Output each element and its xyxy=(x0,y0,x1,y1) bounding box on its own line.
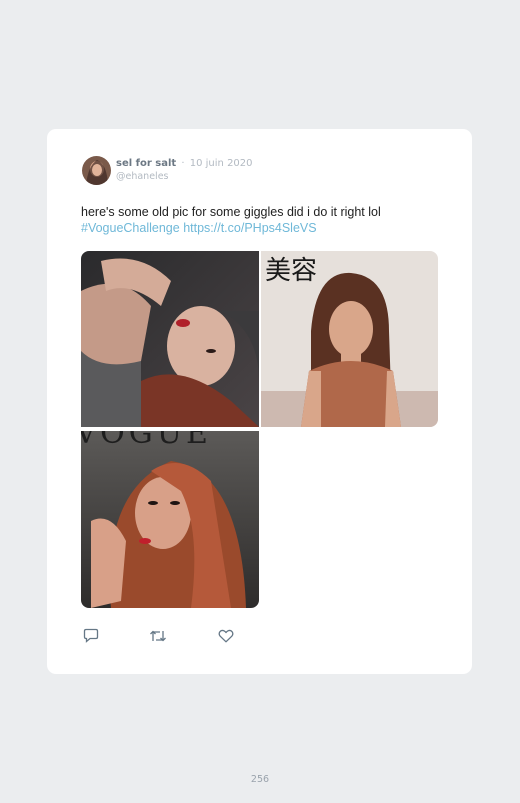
reply-icon xyxy=(83,628,99,647)
tweet-date[interactable]: 10 juin 2020 xyxy=(190,158,253,169)
like-button[interactable] xyxy=(216,627,236,647)
avatar[interactable] xyxy=(82,156,111,185)
user-handle[interactable]: @ehaneles xyxy=(116,171,169,182)
tweet-photo-1[interactable] xyxy=(81,251,259,427)
tweet-photo-3[interactable]: VOGUE xyxy=(81,431,259,608)
tweet-header: sel for salt · 10 juin 2020 xyxy=(116,158,253,169)
url-link[interactable]: https://t.co/PHps4SleVS xyxy=(183,221,316,235)
retweet-icon xyxy=(149,628,167,647)
tweet-photo-2[interactable]: 美容 xyxy=(261,251,438,427)
tweet-actions xyxy=(81,627,251,647)
reply-button[interactable] xyxy=(81,627,101,647)
retweet-button[interactable] xyxy=(148,627,168,647)
tweet-card: sel for salt · 10 juin 2020 @ehaneles he… xyxy=(47,129,472,674)
separator: · xyxy=(181,158,185,169)
page-number: 256 xyxy=(250,774,270,785)
hashtag-link[interactable]: #VogueChallenge xyxy=(81,221,180,235)
svg-text:美容: 美容 xyxy=(265,256,317,286)
like-icon xyxy=(218,628,234,647)
tweet-text: here's some old pic for some giggles did… xyxy=(81,204,441,236)
display-name[interactable]: sel for salt xyxy=(116,158,176,169)
svg-text:VOGUE: VOGUE xyxy=(81,431,212,451)
tweet-body: here's some old pic for some giggles did… xyxy=(81,205,381,219)
